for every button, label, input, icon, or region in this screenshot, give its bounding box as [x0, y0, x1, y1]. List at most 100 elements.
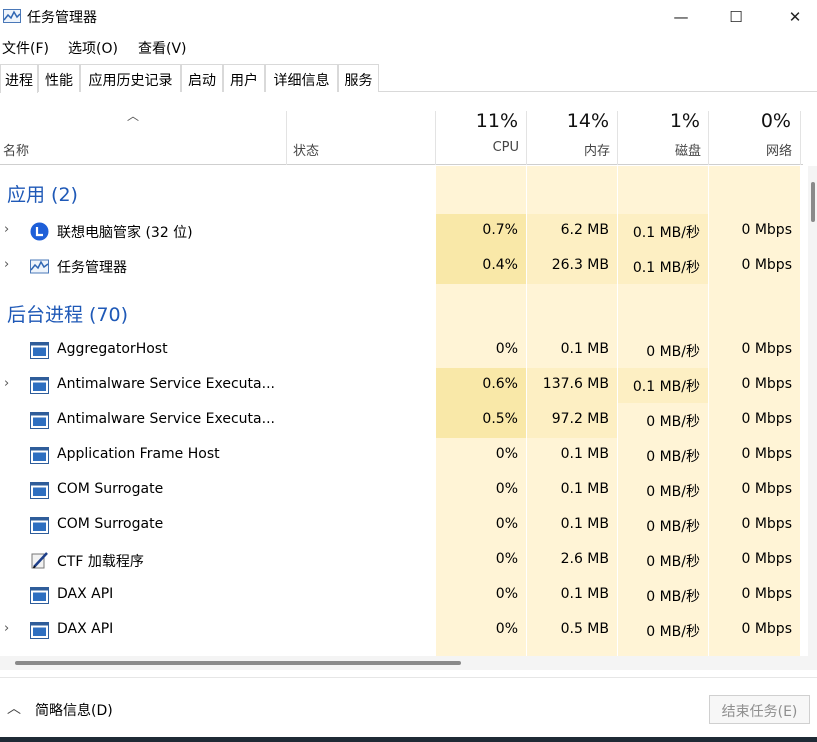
minimize-button[interactable]: — — [651, 0, 711, 33]
title-bar: 任务管理器 — ☐ ✕ — [0, 0, 817, 33]
table-row[interactable]: › 任务管理器 0.4% 26.3 MB 0.1 MB/秒 0 Mbps — [0, 249, 803, 284]
network-label: 网络 — [765, 144, 792, 159]
process-name: COM Surrogate — [57, 481, 164, 497]
chevron-right-icon[interactable]: › — [4, 257, 9, 272]
section-background[interactable]: 后台进程 (70) — [0, 286, 803, 336]
horizontal-scroll-thumb[interactable] — [15, 661, 461, 665]
disk-cell: 0.1 MB/秒 — [618, 249, 708, 284]
memory-cell: 2.6 MB — [560, 551, 609, 567]
memory-cell: 0.1 MB — [560, 516, 609, 532]
tab-processes[interactable]: 进程 — [0, 64, 38, 93]
table-row[interactable]: › DAX API 0% 0.5 MB 0 MB/秒 0 Mbps — [0, 613, 803, 648]
disk-cell: 0.1 MB/秒 — [618, 368, 708, 403]
network-total: 0% — [760, 110, 791, 132]
cpu-cell: 0% — [495, 341, 518, 357]
cpu-cell: 0% — [495, 481, 518, 497]
cpu-cell: 0% — [495, 586, 518, 602]
cpu-cell: 0.4% — [436, 249, 526, 284]
table-row[interactable]: › Antimalware Service Executa... 0.6% 137.6… — [0, 368, 803, 403]
cpu-cell: 0% — [495, 621, 518, 637]
tab-bar: 进程 性能 应用历史记录 启动 用户 详细信息 服务 — [0, 64, 817, 93]
disk-total: 1% — [669, 110, 700, 132]
memory-cell: 0.1 MB — [560, 446, 609, 462]
end-task-button[interactable]: 结束任务(E) — [709, 695, 810, 724]
process-name: CTF 加载程序 — [57, 554, 144, 570]
header-status[interactable]: 状态 — [293, 140, 319, 159]
close-button[interactable]: ✕ — [765, 0, 817, 33]
process-list: 应用 (2) › 联想电脑管家 (32 位) 0.7% 6.2 MB 0.1 MB/秒 0… — [0, 166, 803, 656]
ctf-pen-icon — [30, 551, 49, 570]
vertical-scrollbar[interactable] — [808, 166, 817, 656]
section-apps[interactable]: 应用 (2) — [0, 166, 803, 216]
window-app-icon — [30, 376, 49, 395]
network-cell: 0 Mbps — [741, 341, 792, 357]
table-row[interactable]: AggregatorHost 0% 0.1 MB 0 MB/秒 0 Mbps — [0, 333, 803, 368]
network-cell: 0 Mbps — [741, 411, 792, 427]
table-row[interactable]: Application Frame Host 0% 0.1 MB 0 MB/秒 0 Mb… — [0, 438, 803, 473]
section-apps-title: 应用 (2) — [7, 184, 78, 206]
menu-file[interactable]: 文件(F) — [2, 38, 49, 58]
network-cell: 0 Mbps — [741, 257, 792, 273]
table-row[interactable]: CTF 加载程序 0% 2.6 MB 0 MB/秒 0 Mbps — [0, 543, 803, 578]
process-name: 任务管理器 — [57, 260, 127, 276]
maximize-icon: ☐ — [729, 7, 743, 26]
table-row[interactable]: Antimalware Service Executa... 0.5% 97.2 M… — [0, 403, 803, 438]
network-cell: 0 Mbps — [741, 516, 792, 532]
memory-cell: 0.1 MB — [560, 481, 609, 497]
disk-cell: 0 MB/秒 — [646, 624, 700, 640]
disk-cell: 0.1 MB/秒 — [618, 214, 708, 249]
disk-cell: 0 MB/秒 — [646, 414, 700, 430]
column-divider[interactable] — [800, 111, 801, 165]
task-manager-icon — [30, 257, 49, 276]
disk-cell: 0 MB/秒 — [646, 519, 700, 535]
memory-cell: 6.2 MB — [527, 214, 617, 249]
memory-cell: 97.2 MB — [527, 403, 617, 438]
cpu-cell: 0.7% — [436, 214, 526, 249]
footer: ︿ 简略信息(D) 结束任务(E) — [0, 677, 817, 737]
table-row[interactable]: DAX API 0% 0.1 MB 0 MB/秒 0 Mbps — [0, 578, 803, 613]
table-row[interactable]: COM Surrogate 0% 0.1 MB 0 MB/秒 0 Mbps — [0, 473, 803, 508]
window-app-icon — [30, 411, 49, 430]
chevron-right-icon[interactable]: › — [4, 376, 9, 391]
chevron-up-icon[interactable]: ︿ — [7, 698, 21, 718]
column-header: ︿ 名称 状态 11% CPU 14% 内存 1% 磁盘 0% 网络 — [0, 109, 803, 165]
cpu-label: CPU — [492, 140, 519, 155]
window-app-icon — [30, 446, 49, 465]
menu-view[interactable]: 查看(V) — [138, 38, 187, 58]
minimize-icon: — — [673, 7, 689, 26]
table-row[interactable]: › 联想电脑管家 (32 位) 0.7% 6.2 MB 0.1 MB/秒 0 Mbps — [0, 214, 803, 249]
network-cell: 0 Mbps — [741, 551, 792, 567]
cpu-cell: 0% — [495, 551, 518, 567]
memory-label: 内存 — [583, 144, 610, 159]
column-divider[interactable] — [286, 111, 287, 165]
disk-cell: 0 MB/秒 — [646, 449, 700, 465]
chevron-right-icon[interactable]: › — [4, 222, 9, 237]
fewer-details-link[interactable]: 简略信息(D) — [35, 700, 113, 720]
task-manager-icon — [3, 9, 21, 23]
header-name[interactable]: 名称 — [3, 140, 29, 159]
cpu-cell: 0.6% — [436, 368, 526, 403]
tab-performance[interactable]: 性能 — [38, 64, 80, 92]
horizontal-scrollbar[interactable] — [0, 656, 817, 670]
tab-details[interactable]: 详细信息 — [265, 64, 338, 92]
menu-options[interactable]: 选项(O) — [68, 38, 118, 58]
memory-cell: 0.1 MB — [560, 586, 609, 602]
network-cell: 0 Mbps — [741, 586, 792, 602]
chevron-right-icon[interactable]: › — [4, 621, 9, 636]
cpu-cell: 0% — [495, 516, 518, 532]
network-cell: 0 Mbps — [741, 481, 792, 497]
cpu-cell: 0% — [495, 446, 518, 462]
tab-startup[interactable]: 启动 — [181, 64, 223, 92]
network-cell: 0 Mbps — [741, 222, 792, 238]
disk-cell: 0 MB/秒 — [646, 484, 700, 500]
vertical-scroll-thumb[interactable] — [811, 182, 815, 222]
process-name: Antimalware Service Executa... — [57, 376, 275, 392]
process-name: DAX API — [57, 621, 114, 637]
tab-app-history[interactable]: 应用历史记录 — [80, 64, 181, 92]
maximize-button[interactable]: ☐ — [706, 0, 766, 33]
process-name: DAX API — [57, 586, 114, 602]
window-app-icon — [30, 621, 49, 640]
tab-users[interactable]: 用户 — [223, 64, 265, 92]
table-row[interactable]: COM Surrogate 0% 0.1 MB 0 MB/秒 0 Mbps — [0, 508, 803, 543]
tab-services[interactable]: 服务 — [338, 64, 379, 92]
